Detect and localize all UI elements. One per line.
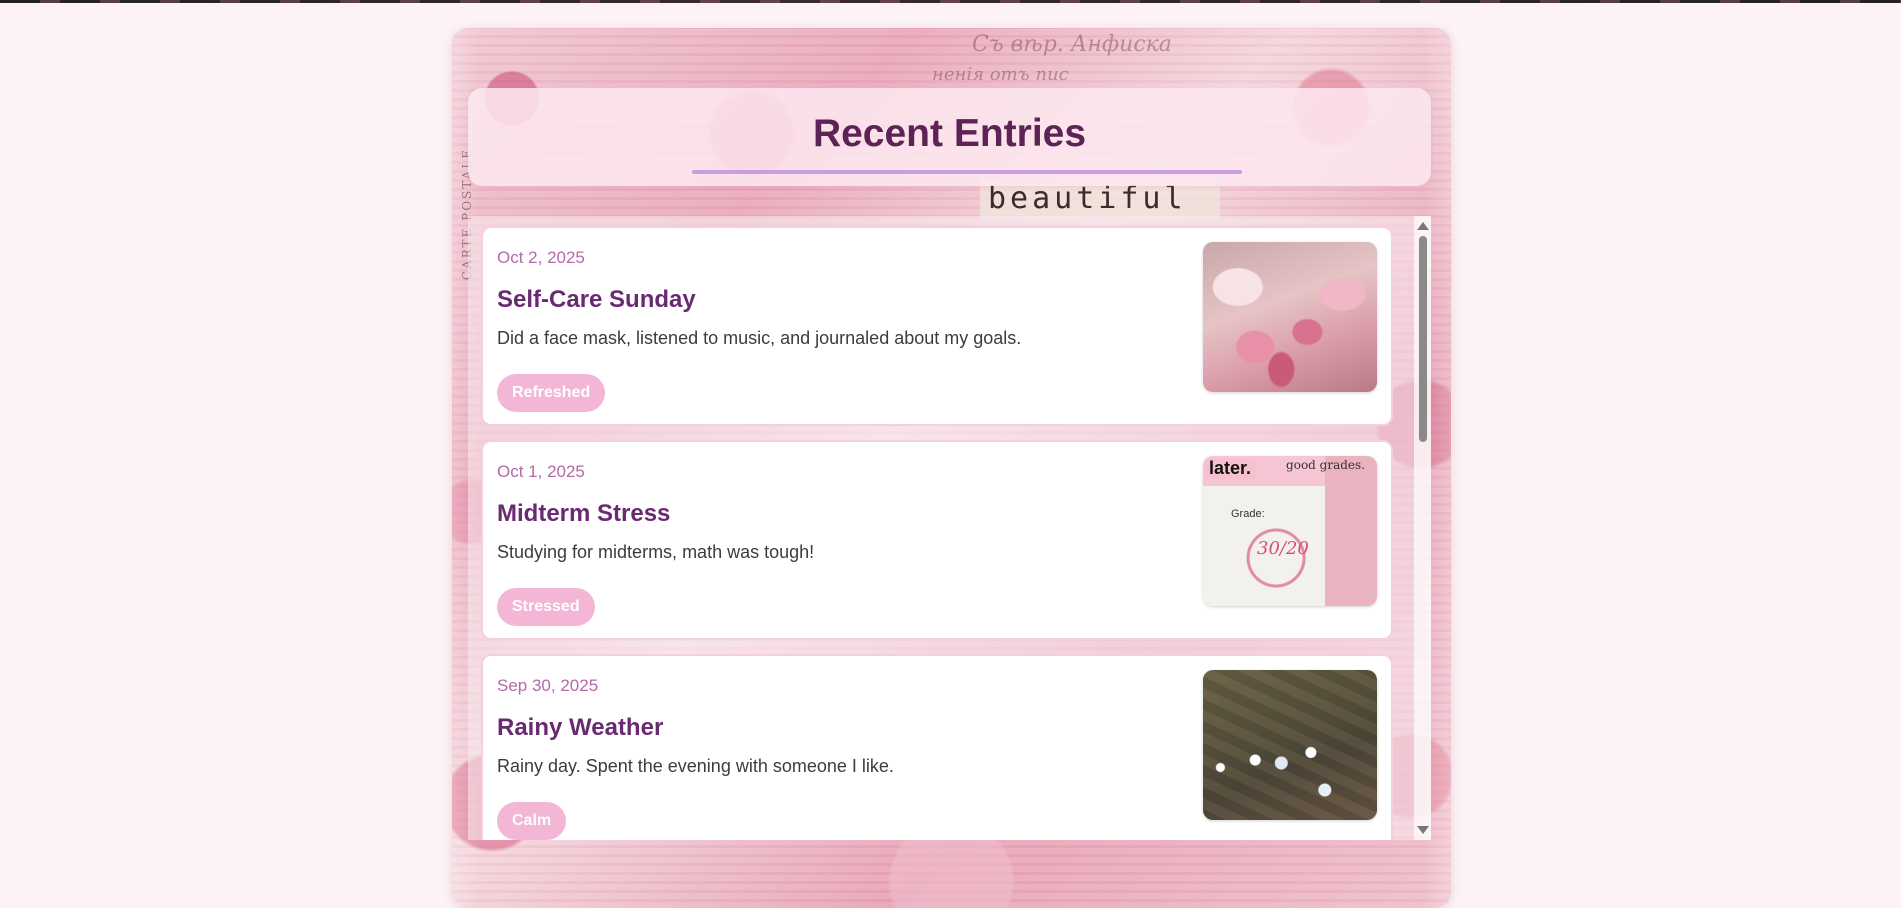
- entry-body: Studying for midterms, math was tough!: [497, 542, 815, 562]
- entry-image: [1203, 670, 1377, 820]
- browser-top-decor: [0, 0, 1901, 3]
- entry-title: Rainy Weather: [497, 714, 664, 741]
- scroll-up-arrow-icon[interactable]: [1417, 222, 1429, 230]
- entry-card[interactable]: Oct 1, 2025 Midterm Stress Studying for …: [481, 440, 1393, 640]
- entry-body: Rainy day. Spent the evening with someon…: [497, 756, 894, 776]
- journal-panel: Съ вѣр. Анфиска ненія отъ пис CARTE POST…: [452, 28, 1451, 908]
- decor-script-line-2: ненія отъ пис: [932, 64, 1069, 85]
- entry-date: Oct 2, 2025: [497, 248, 585, 267]
- image-text-mark: 30/20: [1257, 538, 1309, 559]
- mood-tag: Calm: [497, 802, 567, 840]
- entry-body: Did a face mask, listened to music, and …: [497, 328, 1022, 348]
- page-title: Recent Entries: [812, 112, 1087, 155]
- title-underline: [692, 170, 1242, 174]
- entry-title: Midterm Stress: [497, 500, 671, 527]
- scroll-down-arrow-icon[interactable]: [1417, 826, 1429, 834]
- entry-card[interactable]: Oct 2, 2025 Self-Care Sunday Did a face …: [481, 226, 1393, 426]
- scrollbar-thumb[interactable]: [1419, 236, 1427, 442]
- decor-script-line-1: Съ вѣр. Анфиска: [972, 32, 1172, 57]
- image-text-grade: Grade:: [1231, 508, 1265, 520]
- image-text-later: later.: [1205, 458, 1256, 479]
- entries-scroll-area[interactable]: Oct 2, 2025 Self-Care Sunday Did a face …: [468, 216, 1431, 840]
- mood-tag: Stressed: [497, 588, 595, 626]
- entry-card[interactable]: Sep 30, 2025 Rainy Weather Rainy day. Sp…: [481, 654, 1393, 840]
- header-card: Recent Entries: [468, 88, 1431, 186]
- image-text-good-grades: good grades.: [1286, 458, 1365, 472]
- entry-title: Self-Care Sunday: [497, 286, 696, 313]
- entries-list: Oct 2, 2025 Self-Care Sunday Did a face …: [481, 226, 1393, 840]
- entry-image: [1203, 242, 1377, 392]
- scrollbar[interactable]: [1414, 216, 1431, 840]
- entry-date: Sep 30, 2025: [497, 676, 599, 695]
- entry-date: Oct 1, 2025: [497, 462, 585, 481]
- entry-image: later. good grades. Grade: 30/20: [1203, 456, 1377, 606]
- mood-tag: Refreshed: [497, 374, 606, 412]
